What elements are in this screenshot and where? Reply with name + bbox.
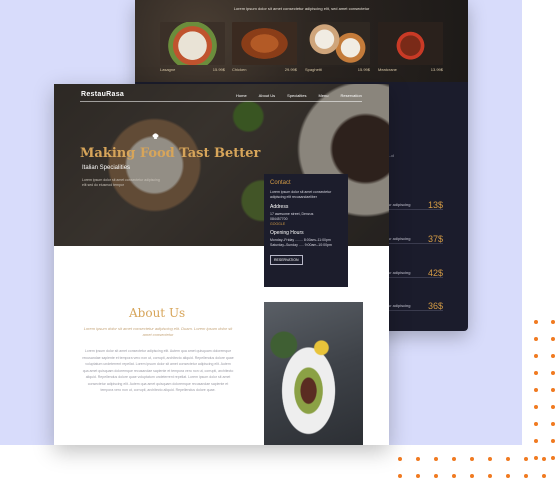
menu-row: ur adipiscing 13$	[388, 200, 443, 210]
chef-hat-icon	[152, 133, 159, 139]
food-image	[305, 22, 370, 65]
food-image	[232, 22, 297, 65]
decorative-dots-bottom	[398, 457, 546, 478]
hours-weekend: Saturday–Sunday ..... 9:00am–10:00pm	[270, 243, 332, 247]
hours-label: Opening Hours	[270, 230, 304, 236]
food-name: Lasagne	[160, 67, 176, 72]
landing-page-mockup: RestauRasa Home About Us Specialties Men…	[54, 84, 389, 445]
food-card-chicken[interactable]: Chicken 29.99$	[232, 22, 297, 78]
nav-link-home[interactable]: Home	[236, 93, 247, 98]
food-price: 15.99$	[212, 67, 225, 72]
food-card-lasagne[interactable]: Lasagne 15.99$	[160, 22, 225, 78]
food-name: Spaghetti	[305, 67, 322, 72]
food-name: Chicken	[232, 67, 247, 72]
food-price: 29.99$	[284, 67, 297, 72]
contact-card: Contact Lorem ipsum dolor sit amet conse…	[264, 174, 348, 287]
dish-photo	[264, 302, 363, 445]
address-label: Address	[270, 204, 289, 210]
about-body: Lorem ipsum dolor sit amet consectetur a…	[82, 349, 234, 392]
food-price: 13.99$	[430, 67, 443, 72]
menu-row-price: 42$	[427, 268, 443, 278]
food-name: Meatcrane	[378, 67, 397, 72]
contact-title: Contact	[270, 180, 291, 186]
menu-row-desc: ur adipiscing	[388, 202, 411, 207]
nav-link-reservation[interactable]: Reservation	[340, 93, 361, 98]
about-title: About Us	[129, 306, 186, 320]
food-price: 15.99$	[357, 67, 370, 72]
food-image	[160, 22, 225, 65]
hero-subtitle: Italian Specialities	[82, 165, 131, 171]
food-card-spaghetti[interactable]: Spaghetti 15.99$	[305, 22, 370, 78]
menu-row-price: 36$	[427, 301, 443, 311]
menu-row: ur adipiscing 42$	[388, 268, 443, 278]
about-intro: Lorem ipsum dolor sit amet consectetur a…	[83, 326, 233, 337]
nav-divider	[80, 101, 362, 102]
reservation-button[interactable]: RESERVATION	[270, 255, 303, 265]
menu-row-desc: ur adipiscing	[388, 236, 411, 241]
decorative-dots-right	[534, 320, 555, 460]
menu-row-desc: ur adipiscing	[388, 270, 411, 275]
food-image	[378, 22, 443, 65]
nav-links: Home About Us Specialties Menu Reservati…	[236, 93, 362, 98]
hero-description: Lorem ipsum dolor sit amet consectetur a…	[82, 178, 160, 187]
map-link[interactable]: GOOGLE	[270, 222, 342, 226]
menu-top-text: Lorem ipsum dolor sit amet consectetur a…	[233, 6, 370, 11]
menu-row: ur adipiscing 37$	[388, 234, 443, 244]
food-card-meatcrane[interactable]: Meatcrane 13.99$	[378, 22, 443, 78]
top-nav: RestauRasa Home About Us Specialties Men…	[54, 84, 389, 106]
nav-link-about[interactable]: About Us	[259, 93, 275, 98]
nav-link-specialties[interactable]: Specialties	[287, 93, 306, 98]
hero-title: Making Food Tast Better	[80, 146, 261, 161]
menu-row-desc: ur adipiscing	[388, 303, 411, 308]
site-logo[interactable]: RestauRasa	[81, 91, 124, 98]
menu-row-price: 13$	[427, 200, 443, 210]
menu-row-price: 37$	[427, 234, 443, 244]
contact-intro: Lorem ipsum dolor sit amet consectetur a…	[270, 190, 332, 199]
nav-link-menu[interactable]: Menu	[318, 93, 328, 98]
menu-row: ur adipiscing 36$	[388, 301, 443, 311]
